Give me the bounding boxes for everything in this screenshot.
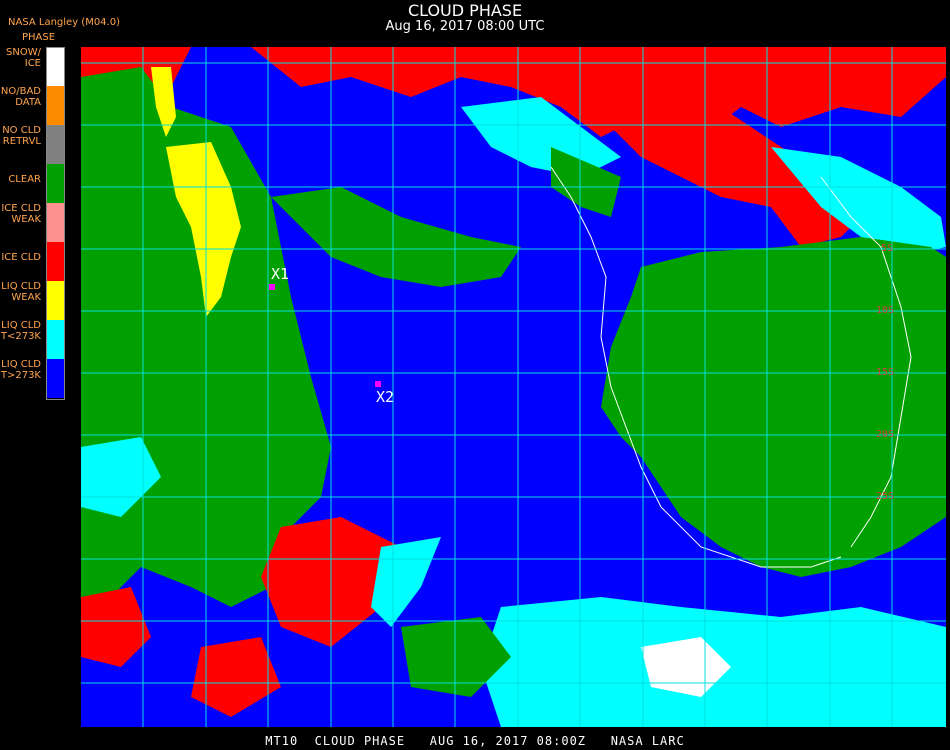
- ice-cloud-region: [251, 47, 946, 137]
- legend-label: NO CLD RETRVL: [2, 125, 41, 147]
- legend-swatch: [46, 203, 65, 242]
- legend-item-liq-cld-cold: LIQ CLD T<273K: [0, 320, 66, 359]
- lat-label: 20S: [876, 429, 895, 440]
- lat-label: 5S: [881, 243, 894, 254]
- clear-region: [271, 187, 521, 287]
- legend-label: ICE CLD: [1, 252, 41, 263]
- legend-item-snow-ice: SNOW/ ICE: [0, 47, 66, 86]
- map-timestamp: Aug 16, 2017 08:00 UTC: [385, 19, 545, 34]
- legend-label: SNOW/ ICE: [6, 47, 41, 69]
- legend-item-no-cld-retrvl: NO CLD RETRVL: [0, 125, 66, 164]
- legend-label: ICE CLD WEAK: [1, 203, 41, 225]
- legend-swatch: [46, 359, 65, 398]
- marker-x1-label: X1: [271, 265, 290, 283]
- map-layers: [81, 47, 946, 727]
- brand-label: NASA Langley (M04.0): [8, 17, 120, 28]
- lat-label: 25S: [876, 491, 895, 502]
- ice-cloud-region: [81, 587, 151, 667]
- marker-x2-label: X2: [376, 388, 395, 406]
- legend-swatch: [46, 86, 65, 125]
- legend-label: NO/BAD DATA: [0, 86, 41, 108]
- legend-swatch: [46, 164, 65, 203]
- legend-swatch: [46, 125, 65, 164]
- cloud-phase-map[interactable]: X1 X2 5S 10S 15S 20S 25S: [81, 47, 946, 727]
- legend-item-ice-cld-weak: ICE CLD WEAK: [0, 203, 66, 242]
- legend-item-ice-cld: ICE CLD: [0, 242, 66, 281]
- legend-item-clear: CLEAR: [0, 164, 66, 203]
- footer-caption: MT10 CLOUD PHASE AUG 16, 2017 08:00Z NAS…: [265, 734, 685, 748]
- map-title: CLOUD PHASE: [407, 1, 523, 20]
- legend-label: LIQ CLD T>273K: [0, 359, 41, 381]
- marker-x1-dot: [269, 284, 275, 290]
- legend-swatch: [46, 281, 65, 320]
- legend-swatch: [46, 47, 65, 86]
- marker-x2-dot: [375, 381, 381, 387]
- lat-label: 10S: [876, 305, 895, 316]
- legend-label: LIQ CLD T<273K: [0, 320, 41, 342]
- legend-swatch: [46, 320, 65, 359]
- legend-item-liq-cld-warm: LIQ CLD T>273K: [0, 359, 66, 398]
- legend-label: CLEAR: [8, 174, 41, 185]
- legend-item-liq-cld-weak: LIQ CLD WEAK: [0, 281, 66, 320]
- legend-item-no-bad-data: NO/BAD DATA: [0, 86, 66, 125]
- liquid-cold-cloud-region: [371, 537, 441, 627]
- legend-label: LIQ CLD WEAK: [1, 281, 41, 303]
- lat-label: 15S: [876, 367, 895, 378]
- legend-swatch: [46, 242, 65, 281]
- legend-heading: PHASE: [22, 32, 56, 43]
